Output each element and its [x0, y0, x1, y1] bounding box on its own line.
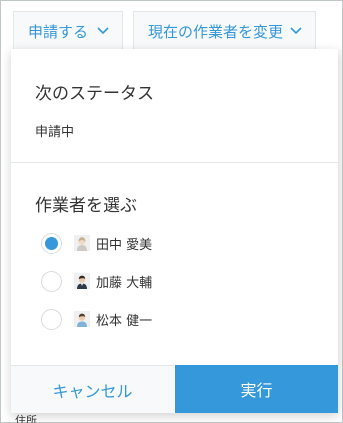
- divider: [11, 162, 338, 163]
- female-avatar-icon: [74, 235, 90, 251]
- radio-selected[interactable]: [41, 232, 62, 254]
- radio-unselected[interactable]: [41, 270, 62, 292]
- male-avatar-icon: [74, 273, 90, 289]
- apply-button[interactable]: 申請する: [13, 11, 123, 51]
- male-avatar-icon: [74, 311, 90, 327]
- background-field-label: 住所: [15, 414, 37, 423]
- next-status-value: 申請中: [35, 125, 75, 140]
- chevron-down-icon: [290, 27, 302, 35]
- assignee-option[interactable]: 松本 健一: [41, 306, 152, 332]
- cancel-button[interactable]: キャンセル: [11, 365, 174, 413]
- status-action-dialog: 次のステータス 申請中 作業者を選ぶ 田中 愛美 加藤 大輔 松本 健一 キャン…: [11, 49, 338, 413]
- dialog-footer: キャンセル 実行: [11, 365, 338, 413]
- assignee-name: 田中 愛美: [96, 237, 153, 253]
- assignee-name: 松本 健一: [96, 313, 153, 329]
- next-status-title: 次のステータス: [35, 84, 154, 104]
- radio-unselected[interactable]: [41, 308, 62, 330]
- execute-button[interactable]: 実行: [175, 365, 338, 413]
- chevron-down-icon: [97, 27, 109, 35]
- select-assignee-title: 作業者を選ぶ: [35, 196, 137, 216]
- assignee-option[interactable]: 加藤 大輔: [41, 268, 152, 294]
- assignee-name: 加藤 大輔: [96, 275, 153, 291]
- assignee-option[interactable]: 田中 愛美: [41, 230, 152, 256]
- change-assignee-label: 現在の作業者を変更: [148, 22, 284, 41]
- change-assignee-button[interactable]: 現在の作業者を変更: [133, 11, 316, 51]
- app-window: 申請する 現在の作業者を変更 次のステータス 申請中 作業者を選ぶ 田中 愛美: [0, 0, 343, 423]
- apply-button-label: 申請する: [28, 22, 89, 41]
